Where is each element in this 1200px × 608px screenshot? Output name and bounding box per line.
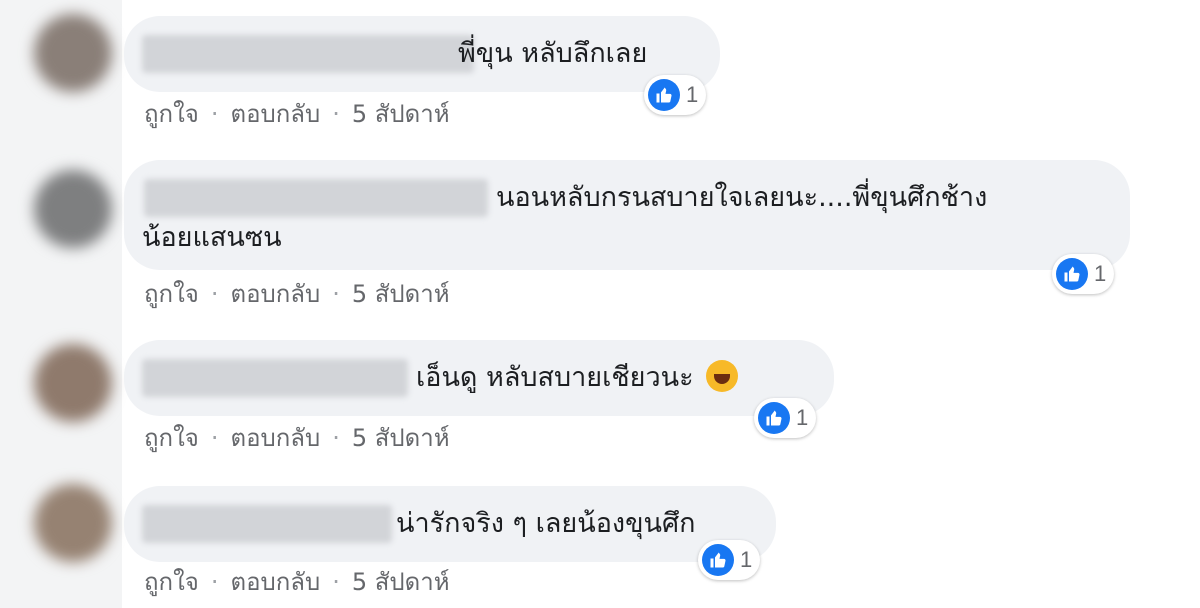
reaction-count[interactable]: 1 [1052, 254, 1115, 294]
reply-link[interactable]: ตอบกลับ [230, 274, 320, 314]
like-thumb-icon [702, 544, 734, 576]
comment-actions: ถูกใจ · ตอบกลับ · 5 สัปดาห์ [144, 274, 450, 314]
like-thumb-icon [758, 402, 790, 434]
comment-bubble: พี่ขุน หลับลึกเลย [124, 16, 720, 92]
comment-bubble: นอนหลับกรนสบายใจเลยนะ....พี่ขุนศึกช้าง น… [124, 160, 1130, 270]
reply-link[interactable]: ตอบกลับ [230, 94, 320, 134]
like-link[interactable]: ถูกใจ [144, 562, 199, 602]
timestamp[interactable]: 5 สัปดาห์ [352, 418, 450, 458]
like-link[interactable]: ถูกใจ [144, 94, 199, 134]
reaction-count[interactable]: 1 [754, 398, 817, 438]
comment-bubble: เอ็นดู หลับสบายเชียวนะ [124, 340, 834, 416]
blurred-author-name[interactable] [144, 179, 488, 217]
blurred-author-name[interactable] [142, 35, 474, 73]
avatar[interactable] [34, 484, 112, 562]
reaction-number: 1 [796, 405, 809, 430]
comment-actions: ถูกใจ · ตอบกลับ · 5 สัปดาห์ [144, 562, 450, 602]
timestamp[interactable]: 5 สัปดาห์ [352, 274, 450, 314]
like-link[interactable]: ถูกใจ [144, 274, 199, 314]
rolling-laughing-emoji-icon [706, 359, 739, 392]
reply-link[interactable]: ตอบกลับ [230, 562, 320, 602]
reaction-number: 1 [740, 547, 753, 572]
timestamp[interactable]: 5 สัปดาห์ [352, 94, 450, 134]
blurred-author-name[interactable] [142, 359, 408, 397]
separator-dot: · [210, 280, 219, 308]
reaction-count[interactable]: 1 [644, 75, 707, 115]
comment-text-body: เอ็นดู หลับสบายเชียวนะ [416, 362, 694, 393]
like-thumb-icon [648, 79, 680, 111]
avatar[interactable] [34, 344, 112, 422]
reaction-number: 1 [686, 82, 699, 107]
comment-text-line-2: น้อยแสนซน [142, 222, 282, 253]
like-thumb-icon [1056, 258, 1088, 290]
blurred-author-name[interactable] [142, 505, 392, 543]
separator-dot: · [210, 100, 219, 128]
separator-dot: · [332, 280, 340, 308]
separator-dot: · [332, 568, 340, 596]
comment-text: เอ็นดู หลับสบายเชียวนะ [416, 353, 739, 403]
separator-dot: · [210, 424, 219, 452]
comment-actions: ถูกใจ · ตอบกลับ · 5 สัปดาห์ [144, 418, 450, 458]
comment-actions: ถูกใจ · ตอบกลับ · 5 สัปดาห์ [144, 94, 450, 134]
comment-text: พี่ขุน หลับลึกเลย [458, 38, 648, 69]
separator-dot: · [210, 568, 219, 596]
comment-text-line-1: นอนหลับกรนสบายใจเลยนะ....พี่ขุนศึกช้าง [496, 182, 988, 213]
reaction-number: 1 [1094, 261, 1107, 286]
comment-bubble: น่ารักจริง ๆ เลยน้องขุนศึก [124, 486, 776, 562]
timestamp[interactable]: 5 สัปดาห์ [352, 562, 450, 602]
reaction-count[interactable]: 1 [698, 540, 761, 580]
separator-dot: · [332, 424, 340, 452]
like-link[interactable]: ถูกใจ [144, 418, 199, 458]
comment-text: น่ารักจริง ๆ เลยน้องขุนศึก [396, 508, 696, 539]
reply-link[interactable]: ตอบกลับ [230, 418, 320, 458]
avatar[interactable] [34, 14, 112, 92]
avatar[interactable] [34, 170, 112, 248]
separator-dot: · [332, 100, 340, 128]
